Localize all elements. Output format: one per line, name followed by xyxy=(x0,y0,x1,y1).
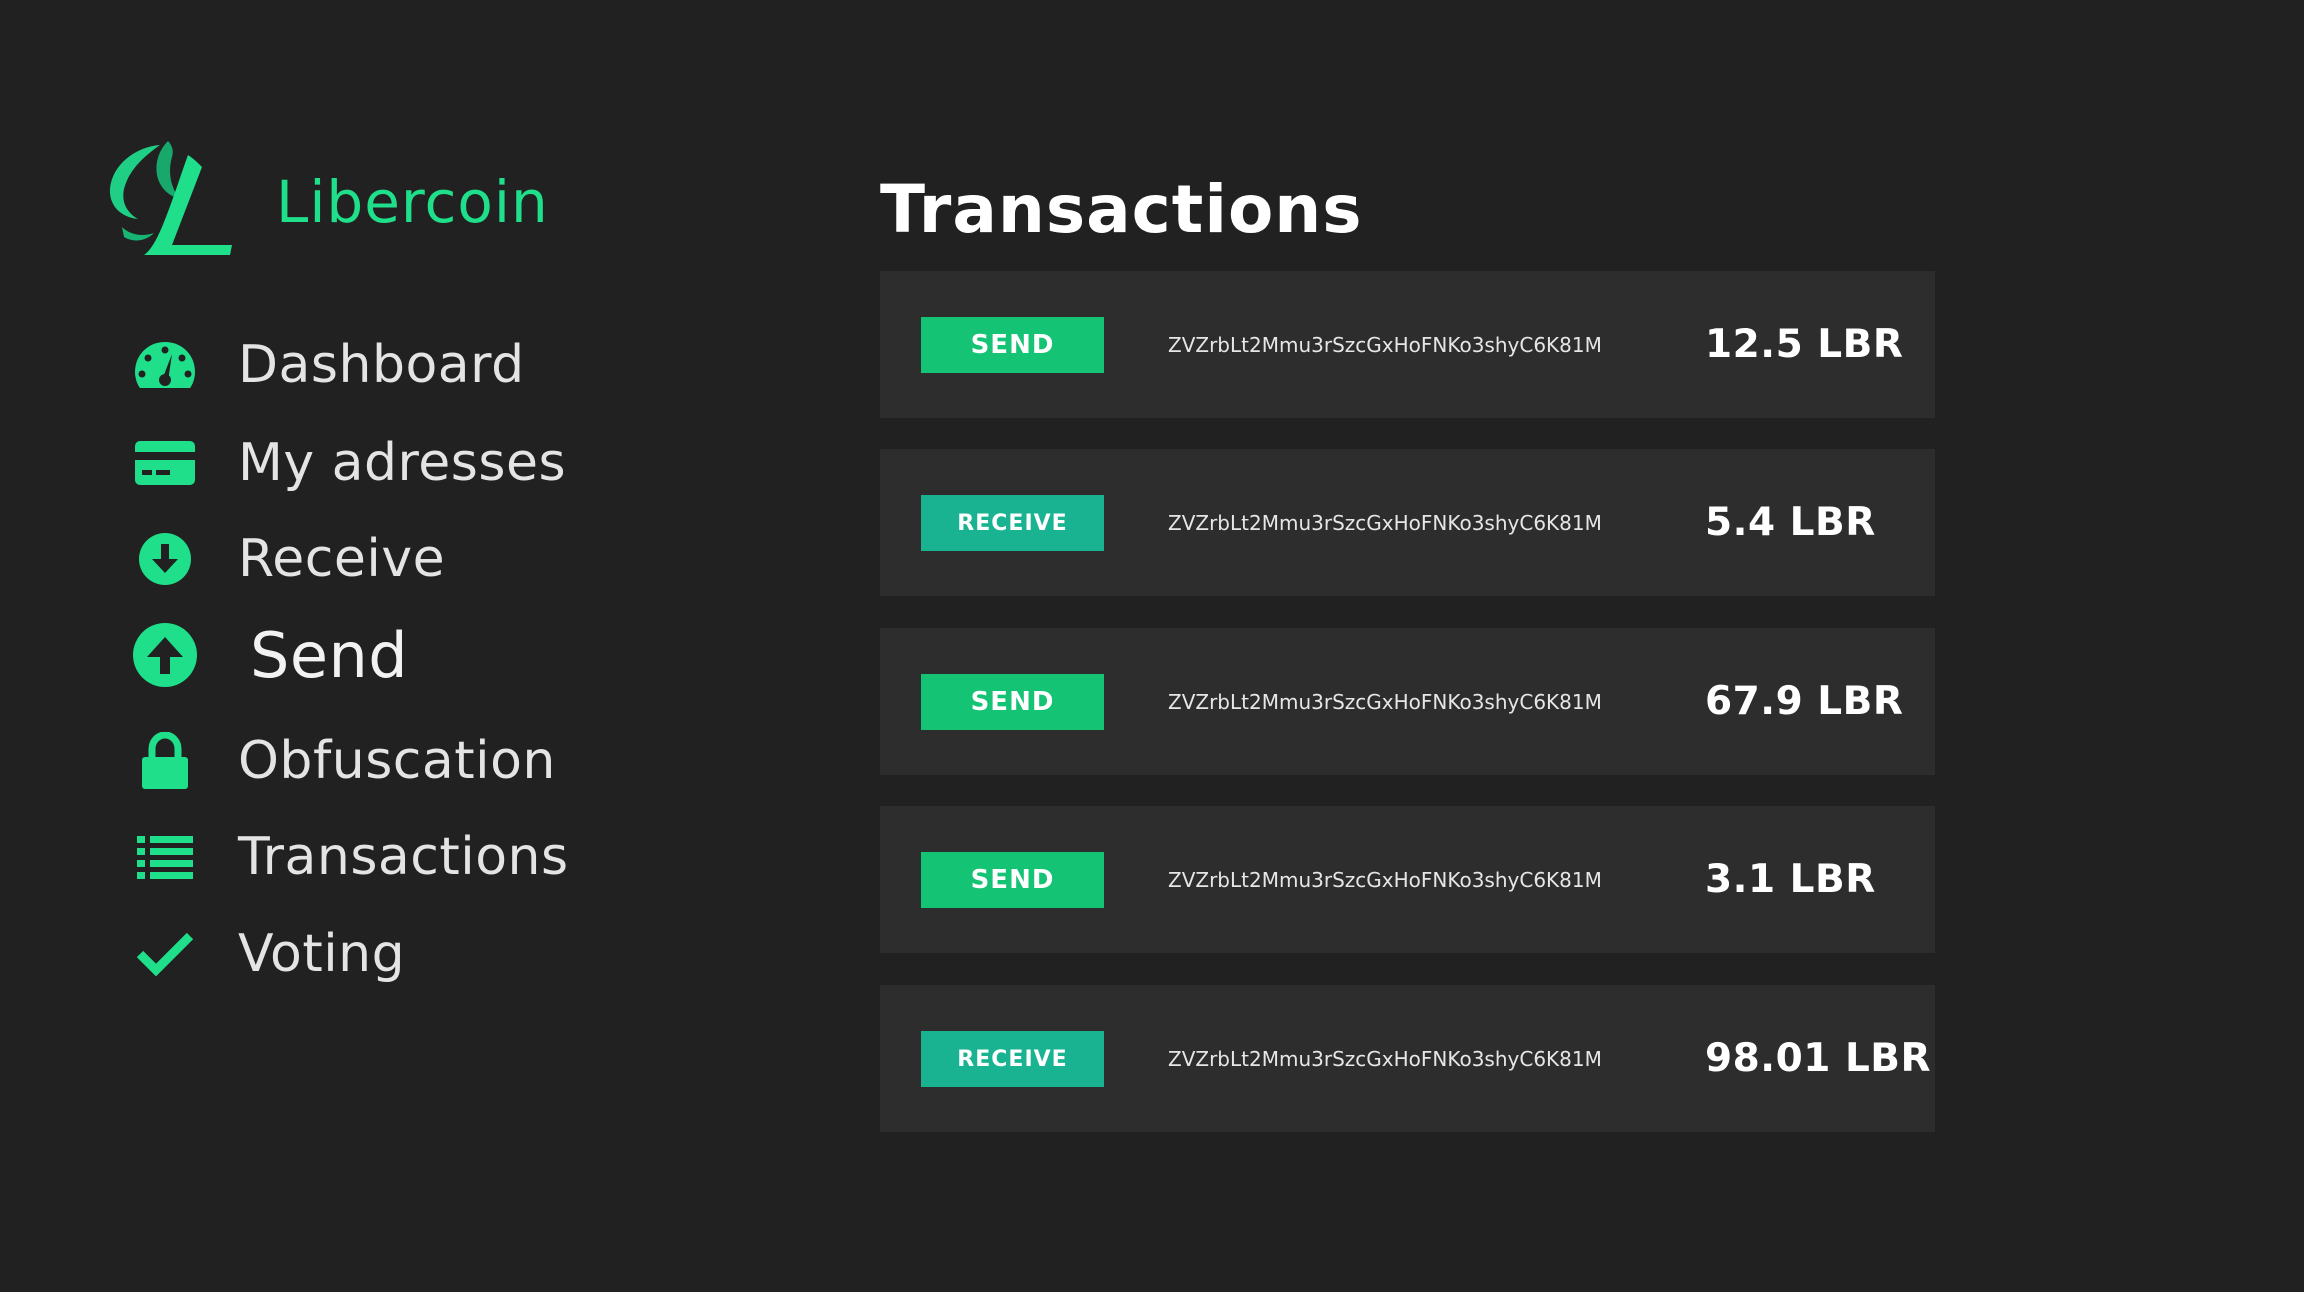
receive-badge[interactable]: RECEIVE xyxy=(921,1031,1104,1087)
sidebar-item-label: Dashboard xyxy=(238,335,525,395)
transaction-row[interactable]: SEND ZVZrbLt2Mmu3rSzcGxHoFNKo3shyC6K81M … xyxy=(880,806,1935,953)
transaction-address: ZVZrbLt2Mmu3rSzcGxHoFNKo3shyC6K81M xyxy=(1168,1047,1602,1071)
transaction-amount: 12.5 LBR xyxy=(1705,322,1904,367)
sidebar-item-label: Obfuscation xyxy=(238,731,556,791)
brand-name: Libercoin xyxy=(276,168,549,236)
sidebar-item-label: Voting xyxy=(238,924,406,984)
sidebar-item-label: Transactions xyxy=(238,827,569,887)
sidebar-item-obfuscation[interactable]: Obfuscation xyxy=(130,716,556,806)
send-badge[interactable]: SEND xyxy=(921,674,1104,730)
transaction-row[interactable]: RECEIVE ZVZrbLt2Mmu3rSzcGxHoFNKo3shyC6K8… xyxy=(880,449,1935,596)
sidebar-item-label: Send xyxy=(250,618,409,692)
transaction-amount: 98.01 LBR xyxy=(1705,1036,1932,1081)
transaction-address: ZVZrbLt2Mmu3rSzcGxHoFNKo3shyC6K81M xyxy=(1168,333,1602,357)
credit-card-icon xyxy=(130,428,200,498)
transaction-row[interactable]: SEND ZVZrbLt2Mmu3rSzcGxHoFNKo3shyC6K81M … xyxy=(880,271,1935,418)
transaction-row[interactable]: RECEIVE ZVZrbLt2Mmu3rSzcGxHoFNKo3shyC6K8… xyxy=(880,985,1935,1132)
transaction-address: ZVZrbLt2Mmu3rSzcGxHoFNKo3shyC6K81M xyxy=(1168,690,1602,714)
send-badge[interactable]: SEND xyxy=(921,852,1104,908)
sidebar-item-label: My adresses xyxy=(238,433,567,493)
sidebar-item-voting[interactable]: Voting xyxy=(130,909,405,999)
sidebar-item-receive[interactable]: Receive xyxy=(130,514,445,604)
transaction-amount: 5.4 LBR xyxy=(1705,500,1876,545)
lock-icon xyxy=(130,726,200,796)
speedometer-icon xyxy=(130,330,200,400)
arrow-up-circle-icon xyxy=(130,620,200,690)
transaction-amount: 67.9 LBR xyxy=(1705,679,1904,724)
sidebar-item-dashboard[interactable]: Dashboard xyxy=(130,320,525,410)
transaction-amount: 3.1 LBR xyxy=(1705,857,1876,902)
sidebar-item-transactions[interactable]: Transactions xyxy=(130,812,569,902)
sidebar-item-send[interactable]: Send xyxy=(130,610,408,700)
sidebar-item-label: Receive xyxy=(238,529,446,589)
transaction-address: ZVZrbLt2Mmu3rSzcGxHoFNKo3shyC6K81M xyxy=(1168,511,1602,535)
app-window: Libercoin Dashboard My adresses Receive … xyxy=(0,0,2304,1292)
transaction-row[interactable]: SEND ZVZrbLt2Mmu3rSzcGxHoFNKo3shyC6K81M … xyxy=(880,628,1935,775)
receive-badge[interactable]: RECEIVE xyxy=(921,495,1104,551)
libercoin-logo-icon xyxy=(109,141,232,255)
page-title: Transactions xyxy=(880,171,1363,248)
arrow-down-circle-icon xyxy=(130,524,200,594)
brand[interactable]: Libercoin xyxy=(100,132,549,272)
send-badge[interactable]: SEND xyxy=(921,317,1104,373)
check-icon xyxy=(130,919,200,989)
list-icon xyxy=(130,822,200,892)
sidebar-item-my-adresses[interactable]: My adresses xyxy=(130,418,566,508)
transaction-address: ZVZrbLt2Mmu3rSzcGxHoFNKo3shyC6K81M xyxy=(1168,868,1602,892)
